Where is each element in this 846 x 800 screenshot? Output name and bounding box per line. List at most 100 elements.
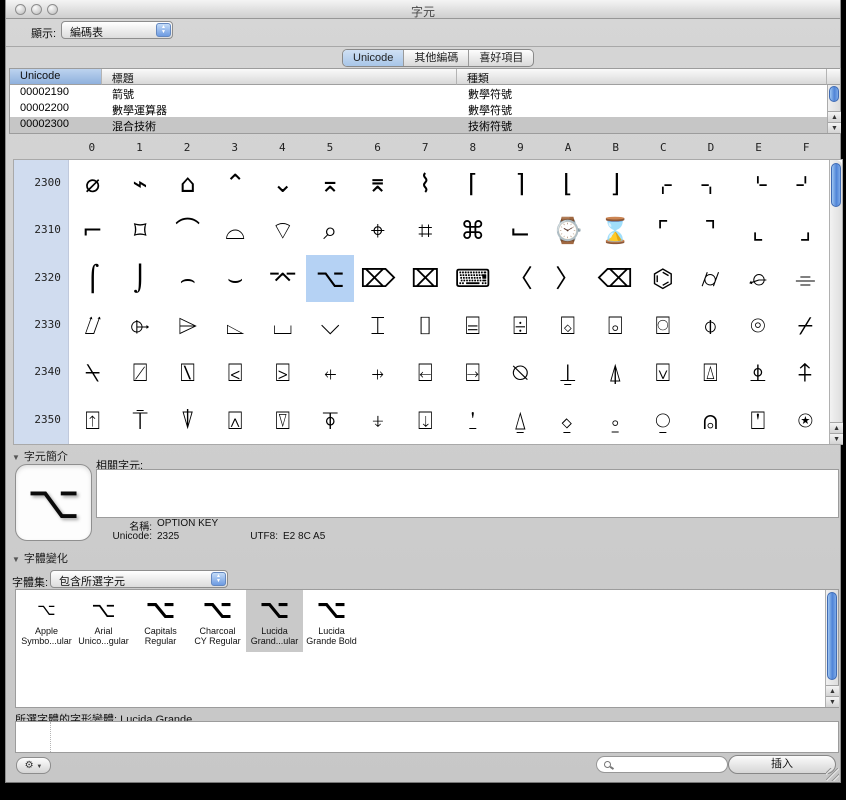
grid-cell[interactable]: ⌜ bbox=[639, 207, 687, 254]
grid-cell[interactable]: ⌒ bbox=[164, 207, 212, 254]
font-sample-selected[interactable]: ⌥LucidaGrand...ular bbox=[246, 590, 303, 652]
grid-cell[interactable]: ⌇ bbox=[401, 160, 449, 207]
grid-cell[interactable]: 〈 bbox=[497, 255, 545, 302]
samples-scroll-down-icon[interactable]: ▼ bbox=[826, 696, 839, 707]
grid-cell[interactable]: ⌮ bbox=[734, 255, 782, 302]
grid-cell[interactable]: ⌊ bbox=[544, 160, 592, 207]
grid-scrollbar[interactable]: ▲ ▼ bbox=[829, 160, 842, 444]
table-scroll-down-icon[interactable]: ▼ bbox=[828, 122, 841, 133]
grid-cell[interactable]: ⌍ bbox=[687, 160, 735, 207]
grid-cell[interactable]: ⌚ bbox=[544, 207, 592, 254]
grid-cell[interactable]: ⍖ bbox=[354, 397, 402, 444]
grid-cell[interactable]: ⌆ bbox=[354, 160, 402, 207]
grid-cell[interactable]: ⌅ bbox=[306, 160, 354, 207]
grid-cell[interactable]: ⌵ bbox=[306, 302, 354, 349]
grid-cell[interactable]: ⌲ bbox=[164, 302, 212, 349]
grid-cell[interactable]: ⍀ bbox=[69, 349, 117, 396]
table-scrollbar-thumb[interactable] bbox=[829, 86, 839, 102]
grid-cell[interactable]: ⌎ bbox=[734, 160, 782, 207]
grid-cell[interactable]: ⍙ bbox=[497, 397, 545, 444]
grid-cell[interactable]: ⌶ bbox=[354, 302, 402, 349]
grid-cell[interactable]: ⌬ bbox=[639, 255, 687, 302]
grid-cell[interactable]: ⌫ bbox=[592, 255, 640, 302]
related-chars-box[interactable] bbox=[96, 469, 839, 518]
grid-cell[interactable]: ⌉ bbox=[497, 160, 545, 207]
grid-cell[interactable]: ⌰ bbox=[69, 302, 117, 349]
title-bar[interactable]: 字元 bbox=[6, 0, 840, 19]
grid-cell[interactable]: ⍅ bbox=[306, 349, 354, 396]
grid-cell[interactable]: ⌈ bbox=[449, 160, 497, 207]
grid-cell[interactable]: ⍈ bbox=[449, 349, 497, 396]
grid-cell[interactable]: ⌝ bbox=[687, 207, 735, 254]
resize-grip[interactable] bbox=[826, 768, 839, 781]
search-input[interactable] bbox=[596, 756, 728, 773]
table-row[interactable]: 00002300混合技術技術符號 bbox=[10, 117, 840, 133]
grid-cell[interactable]: ⌡ bbox=[116, 255, 164, 302]
grid-cell[interactable]: ⍘ bbox=[449, 397, 497, 444]
grid-cell[interactable]: ⍚ bbox=[544, 397, 592, 444]
grid-cell[interactable]: ⌕ bbox=[306, 207, 354, 254]
grid-cell[interactable]: ⍏ bbox=[782, 349, 830, 396]
grid-cell[interactable]: ⍆ bbox=[354, 349, 402, 396]
grid-cell[interactable]: ⌀ bbox=[69, 160, 117, 207]
grid-cell[interactable]: ⌋ bbox=[592, 160, 640, 207]
grid-cell[interactable]: ⌓ bbox=[211, 207, 259, 254]
grid-cell[interactable]: ⌨ bbox=[449, 255, 497, 302]
grid-cell[interactable]: ⌌ bbox=[639, 160, 687, 207]
grid-cell[interactable]: ⌧ bbox=[401, 255, 449, 302]
grid-cell[interactable]: ⌦ bbox=[354, 255, 402, 302]
grid-cell[interactable]: ⌙ bbox=[497, 207, 545, 254]
grid-cell[interactable]: ⍇ bbox=[401, 349, 449, 396]
font-collection-popup[interactable]: 包含所選字元 ▲▼ bbox=[50, 570, 228, 588]
action-menu-button[interactable]: ⚙ ▼ bbox=[16, 757, 51, 774]
grid-cell[interactable]: ⍌ bbox=[639, 349, 687, 396]
grid-cell[interactable]: ⌘ bbox=[449, 207, 497, 254]
grid-cell[interactable]: ⌭ bbox=[687, 255, 735, 302]
font-variation-section-header[interactable]: ▼字體變化 bbox=[12, 550, 68, 566]
samples-scrollbar-thumb[interactable] bbox=[827, 592, 837, 680]
grid-cell[interactable]: ⌃ bbox=[211, 160, 259, 207]
grid-cell[interactable]: ⌾ bbox=[734, 302, 782, 349]
disclosure-triangle-icon[interactable]: ▼ bbox=[12, 555, 20, 564]
grid-cell[interactable]: ⌣ bbox=[211, 255, 259, 302]
font-sample[interactable]: ⌥ArialUnico...gular bbox=[75, 590, 132, 652]
tab-其他編碼[interactable]: 其他編碼 bbox=[404, 50, 469, 66]
grid-cell[interactable]: ⍎ bbox=[734, 349, 782, 396]
grid-cell[interactable]: ⌁ bbox=[116, 160, 164, 207]
table-row[interactable]: 00002190箭號數學符號 bbox=[10, 85, 840, 101]
column-header-0[interactable]: Unicode bbox=[10, 69, 102, 85]
table-row[interactable]: 00002200數學運算器數學符號 bbox=[10, 101, 840, 117]
char-info-section-header[interactable]: ▼字元簡介 bbox=[12, 448, 68, 464]
grid-cell[interactable]: ⌞ bbox=[734, 207, 782, 254]
grid-cell[interactable]: ⍐ bbox=[69, 397, 117, 444]
grid-cell[interactable]: ⍂ bbox=[164, 349, 212, 396]
table-scrollbar[interactable]: ▲ ▼ bbox=[827, 85, 840, 133]
grid-cell[interactable]: ⌏ bbox=[782, 160, 830, 207]
grid-cell[interactable]: ⍛ bbox=[592, 397, 640, 444]
grid-cell[interactable]: ⍒ bbox=[164, 397, 212, 444]
font-sample[interactable]: ⌥CharcoalCY Regular bbox=[189, 590, 246, 652]
grid-cell[interactable]: ⍁ bbox=[116, 349, 164, 396]
grid-cell[interactable]: ⌄ bbox=[259, 160, 307, 207]
grid-cell[interactable]: ⍓ bbox=[211, 397, 259, 444]
grid-cell[interactable]: ⌑ bbox=[116, 207, 164, 254]
grid-cell[interactable]: ⌷ bbox=[401, 302, 449, 349]
font-sample[interactable]: ⌥CapitalsRegular bbox=[132, 590, 189, 652]
grid-cell[interactable]: ⌗ bbox=[401, 207, 449, 254]
column-header-2[interactable]: 種類 bbox=[457, 69, 827, 85]
grid-cell[interactable]: ⍔ bbox=[259, 397, 307, 444]
column-header-1[interactable]: 標題 bbox=[102, 69, 457, 85]
grid-cell[interactable]: ⌹ bbox=[497, 302, 545, 349]
grid-cell[interactable]: ⌔ bbox=[259, 207, 307, 254]
grid-cell[interactable]: ⍄ bbox=[259, 349, 307, 396]
grid-cell[interactable]: ⌯ bbox=[782, 255, 830, 302]
grid-scroll-up-icon[interactable]: ▲ bbox=[830, 422, 843, 433]
grid-cell[interactable]: ⌺ bbox=[544, 302, 592, 349]
grid-cell[interactable]: ⍞ bbox=[734, 397, 782, 444]
grid-scrollbar-thumb[interactable] bbox=[831, 163, 841, 207]
grid-cell[interactable]: ⍟ bbox=[782, 397, 830, 444]
grid-cell[interactable]: ⌱ bbox=[116, 302, 164, 349]
insert-button[interactable]: 插入 bbox=[728, 755, 836, 774]
grid-cell[interactable]: ⍑ bbox=[116, 397, 164, 444]
grid-cell[interactable]: ⌠ bbox=[69, 255, 117, 302]
